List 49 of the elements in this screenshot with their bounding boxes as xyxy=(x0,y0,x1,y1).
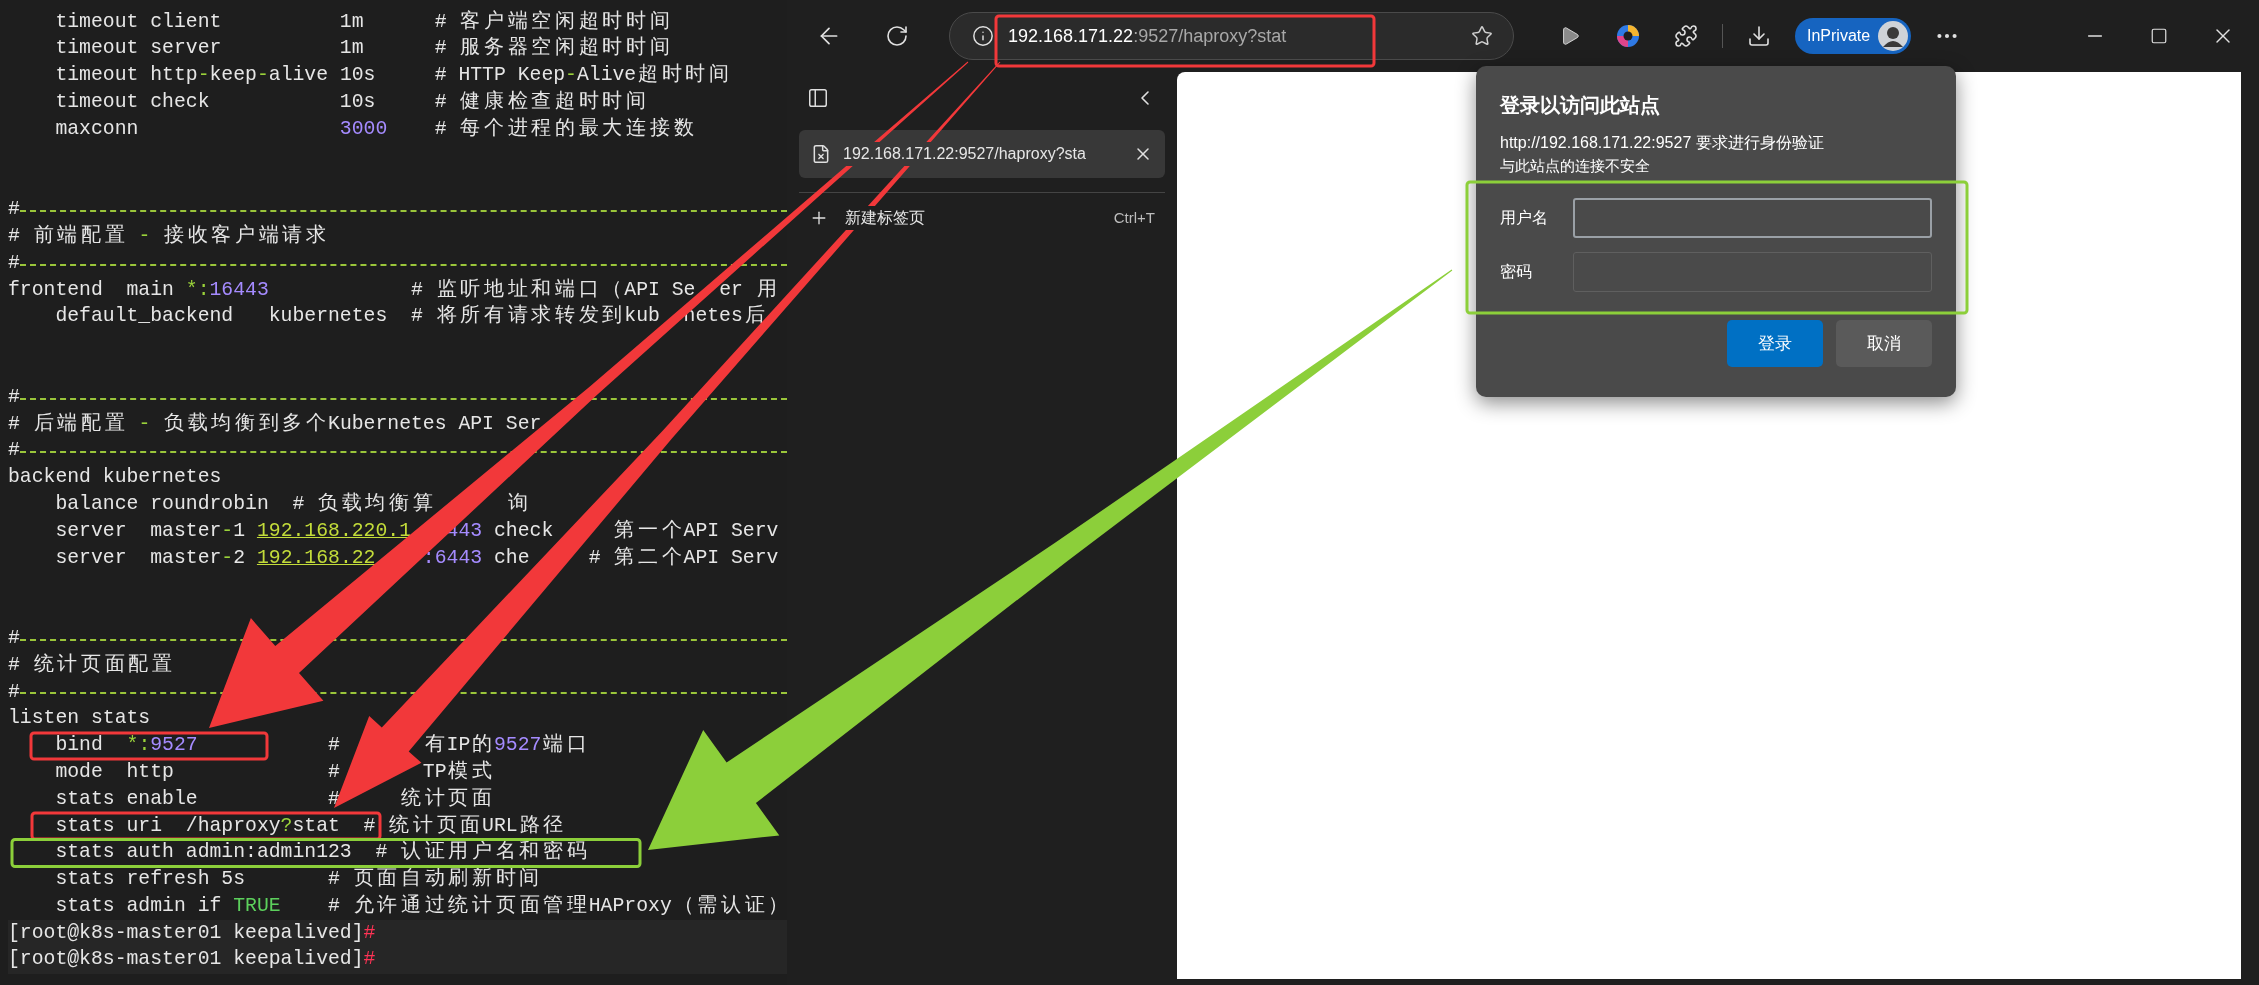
inprivate-badge[interactable]: InPrivate xyxy=(1795,18,1912,54)
shortcut-label: Ctrl+T xyxy=(1113,207,1155,228)
code-line: # 后端配置 - 负载均衡到多个Kubernetes API Ser xyxy=(8,411,542,437)
cancel-button[interactable]: 取消 xyxy=(1836,320,1932,367)
code-line: timeout client 1m # 客户端空闲超时时间 xyxy=(54,9,671,35)
comment-mark: # xyxy=(8,384,20,410)
code-line: stats auth admin:admin123 # 认证用户名和密码 xyxy=(54,840,588,866)
dialog-title: 登录以访问此站点 xyxy=(1500,93,1661,118)
info-icon[interactable] xyxy=(972,25,994,47)
code-line: maxconn 3000 # 每个进程的最大连接数 xyxy=(54,116,695,142)
shell-prompt: [root@k8s-master01 keepalived]# xyxy=(8,947,376,973)
new-tab-label: 新建标签页 xyxy=(845,206,925,230)
security-warning: 与此站点的连接不安全 xyxy=(1500,156,1651,176)
login-button[interactable]: 登录 xyxy=(1727,320,1823,367)
new-tab-item[interactable]: 新建标签页 Ctrl+T xyxy=(799,199,1165,237)
comment-mark: # xyxy=(8,625,20,651)
code-line: stats uri /haproxy?stat # 统计页面URL路径 xyxy=(54,813,565,839)
code-line: timeout server 1m # 服务器空闲超时时间 xyxy=(54,35,671,62)
code-line: backend kubernetes xyxy=(8,465,222,491)
comment-mark: # xyxy=(8,197,20,223)
code-line: stats admin if TRUE # 允许通过统计页面管理HAProxy（需认证） xyxy=(54,893,787,919)
favorite-star-icon[interactable] xyxy=(1471,25,1493,47)
dialog-message: http://192.168.171.22:9527 要求进行身份验证 xyxy=(1500,133,1825,153)
code-line: timeout check 10s # 健康检查超时时间 xyxy=(54,89,648,115)
address-bar[interactable]: 192.168.171.22:9527/haproxy?stat xyxy=(949,12,1514,60)
code-line: balance roundrobin # 负载均衡算 询 xyxy=(54,491,529,517)
code-line: stats refresh 5s # 页面自动刷新时间 xyxy=(54,867,541,893)
code-line: frontend main *:16443 # 监听地址和端口（API Se er 用 xyxy=(8,277,778,303)
field-label: 用户名 xyxy=(1500,208,1549,228)
code-line: server master-2 192.168.22 :6443 che # 第二个API Serv xyxy=(54,545,779,571)
avatar-icon xyxy=(1878,21,1909,51)
sidebar-tab[interactable]: 192.168.171.22:9527/haproxy?sta xyxy=(799,130,1165,178)
code-line: # 统计页面配置 xyxy=(8,652,174,678)
code-line: bind *:9527 # 有IP的 9527端口 xyxy=(54,732,588,759)
tab-title: 192.168.171.22:9527/haproxy?sta xyxy=(843,142,1086,166)
comment-mark: # xyxy=(8,250,20,276)
code-line: stats enable # 统计页面 xyxy=(54,786,494,812)
field-label: 密码 xyxy=(1500,262,1533,282)
text-field[interactable] xyxy=(1573,198,1932,238)
broken-page-icon xyxy=(811,144,831,164)
comment-mark: # xyxy=(8,679,20,705)
shell-prompt: [root@k8s-master01 keepalived]# xyxy=(8,920,376,946)
sidebar-panel-icon[interactable] xyxy=(807,87,829,109)
code-line: mode http # TP模式 xyxy=(54,759,494,785)
url-text: 192.168.171.22:9527/haproxy?stat xyxy=(1008,24,1287,48)
code-line: listen stats xyxy=(8,706,151,732)
code-line: # 前端配置 - 接收客户端请求 xyxy=(8,223,328,249)
code-line: timeout http-keep-alive 10s # HTTP Keep-Alive超时时间 xyxy=(54,62,731,89)
comment-mark: # xyxy=(8,438,20,464)
